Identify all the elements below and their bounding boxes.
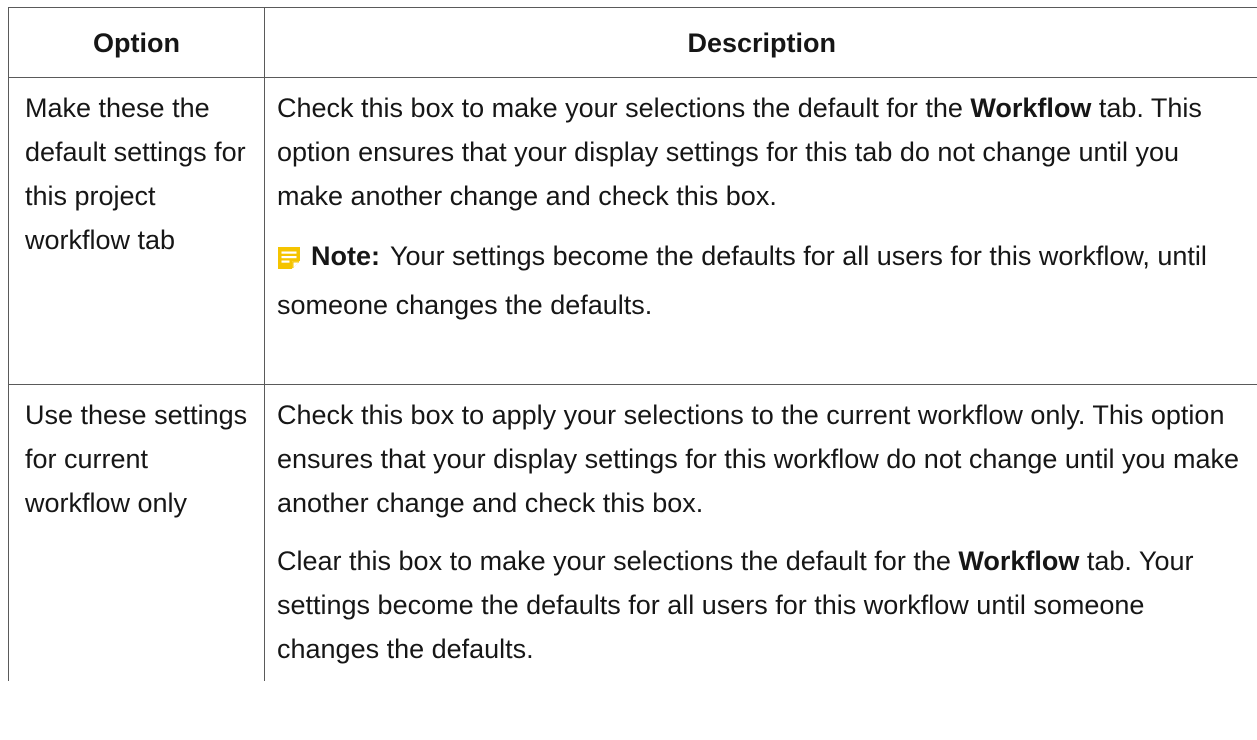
note-icon (277, 239, 301, 283)
option-cell: Make these the default settings for this… (8, 77, 265, 385)
description-paragraph: Check this box to apply your selections … (277, 400, 1240, 518)
table-row: Use these settings for current workflow … (8, 384, 1257, 681)
note-text: Your settings become the defaults for al… (277, 241, 1207, 320)
ui-term-workflow: Workflow (958, 546, 1080, 576)
ui-term-workflow: Workflow (970, 93, 1092, 123)
note-paragraph: Note: Your settings become the defaults f… (277, 234, 1247, 327)
table-row: Make these the default settings for this… (8, 77, 1257, 385)
header-option: Option (8, 7, 265, 78)
options-table: Option Description Make these the defaul… (8, 7, 1257, 681)
option-cell: Use these settings for current workflow … (8, 384, 265, 681)
note-label: Note: (311, 241, 380, 271)
table-header-row: Option Description (8, 7, 1257, 78)
description-paragraph: Check this box to make your selections t… (277, 86, 1247, 218)
text-span: Check this box to make your selections t… (277, 93, 971, 123)
text-span: Clear this box to make your selections t… (277, 546, 959, 576)
description-cell: Check this box to apply your selections … (264, 384, 1257, 681)
header-description: Description (264, 7, 1257, 78)
description-cell: Check this box to make your selections t… (264, 77, 1257, 385)
description-paragraph: Clear this box to make your selections t… (277, 539, 1247, 671)
